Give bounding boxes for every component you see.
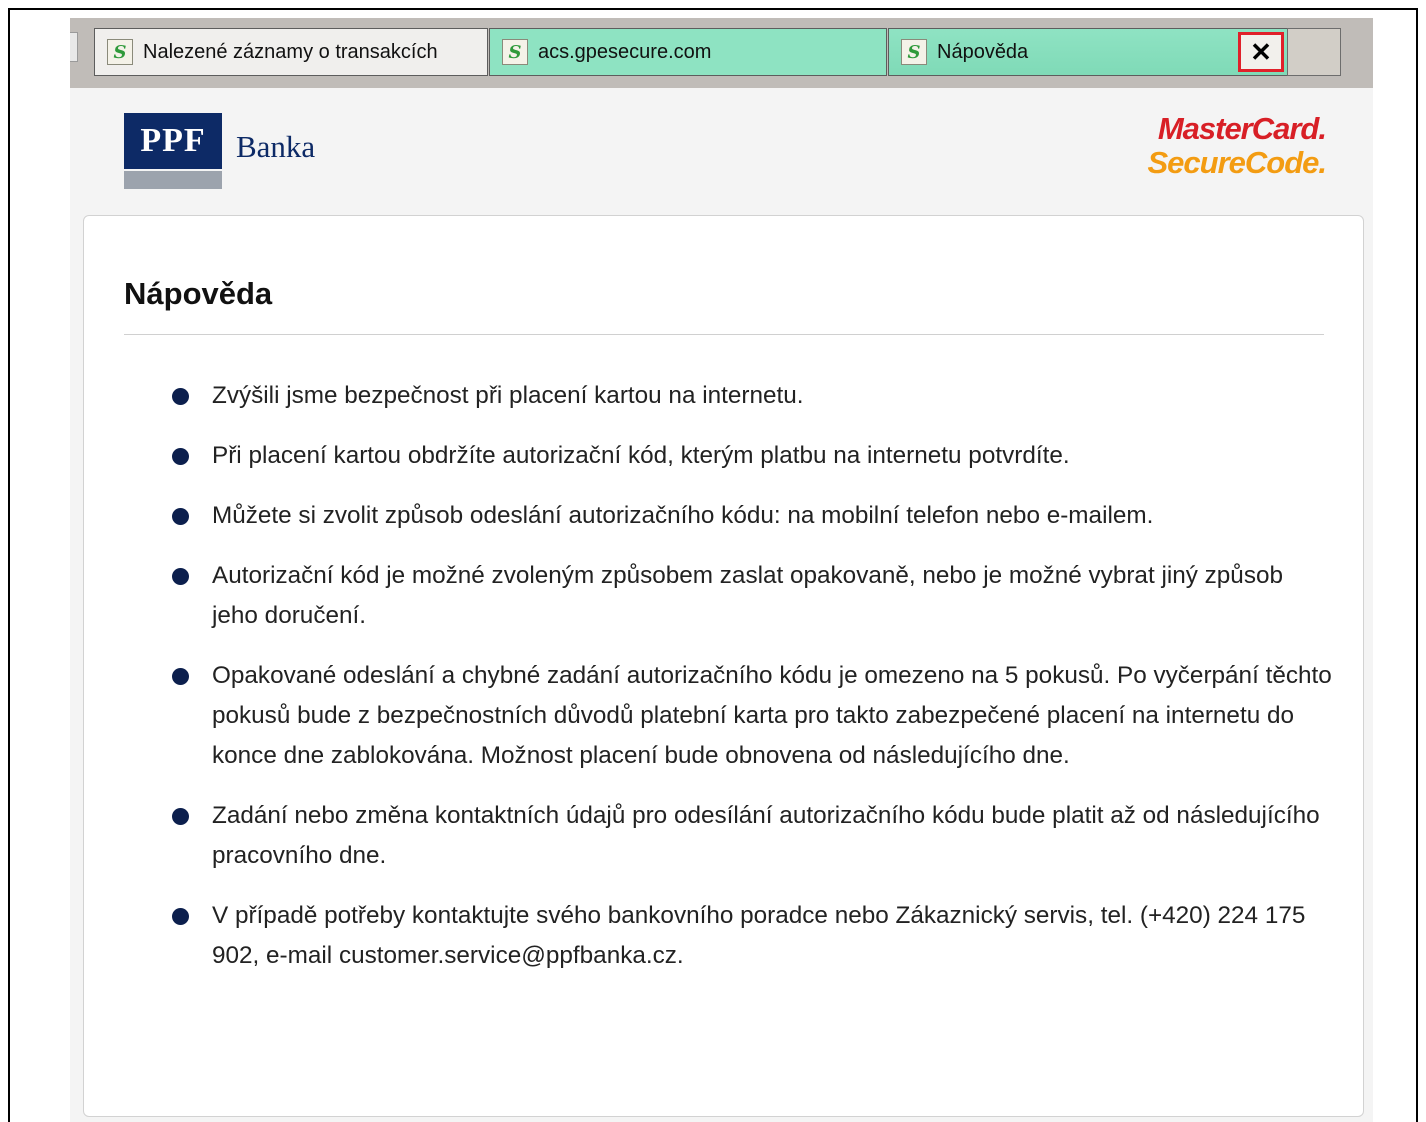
s-app-icon: S — [502, 39, 528, 65]
s-app-icon: S — [901, 39, 927, 65]
tab-transactions[interactable]: S Nalezené záznamy o transakcích — [94, 28, 488, 76]
list-item: Zvýšili jsme bezpečnost při placení kart… — [172, 376, 1332, 416]
list-item: Zadání nebo změna kontaktních údajů pro … — [172, 796, 1332, 876]
help-card: Nápověda Zvýšili jsme bezpečnost při pla… — [83, 215, 1364, 1117]
tab-label: Nalezené záznamy o transakcích — [143, 40, 438, 63]
list-item: Můžete si zvolit způsob odeslání autoriz… — [172, 496, 1332, 536]
ppf-logo-box: PPF — [124, 113, 222, 169]
title-divider — [124, 334, 1324, 335]
list-item: V případě potřeby kontaktujte svého bank… — [172, 896, 1332, 976]
ppf-logo-name: Banka — [236, 129, 316, 164]
ppf-banka-logo: PPF Banka — [124, 113, 315, 189]
list-item: Při placení kartou obdržíte autorizační … — [172, 436, 1332, 476]
tab-label: acs.gpesecure.com — [538, 40, 712, 63]
tab-label: Nápověda — [937, 40, 1029, 63]
list-item: Opakované odeslání a chybné zadání autor… — [172, 656, 1332, 776]
help-title: Nápověda — [124, 276, 273, 311]
tab-acs-gpesecure[interactable]: S acs.gpesecure.com — [489, 28, 887, 76]
list-item: Autorizační kód je možné zvoleným způsob… — [172, 556, 1332, 636]
s-app-icon: S — [107, 39, 133, 65]
mastercard-text: MasterCard. — [1157, 111, 1327, 146]
securecode-text: SecureCode. — [1147, 145, 1327, 180]
mastercard-securecode-logo: MasterCard. SecureCode. — [1120, 111, 1327, 180]
close-icon: ✕ — [1250, 36, 1272, 67]
close-tab-button[interactable]: ✕ — [1238, 32, 1284, 72]
tab-bar-extra[interactable] — [1287, 28, 1341, 76]
help-list: Zvýšili jsme bezpečnost při placení kart… — [172, 376, 1332, 996]
tab-scroll-left[interactable] — [70, 32, 78, 62]
ppf-logo-bar — [124, 171, 222, 189]
tab-help[interactable]: S Nápověda — [888, 28, 1288, 76]
